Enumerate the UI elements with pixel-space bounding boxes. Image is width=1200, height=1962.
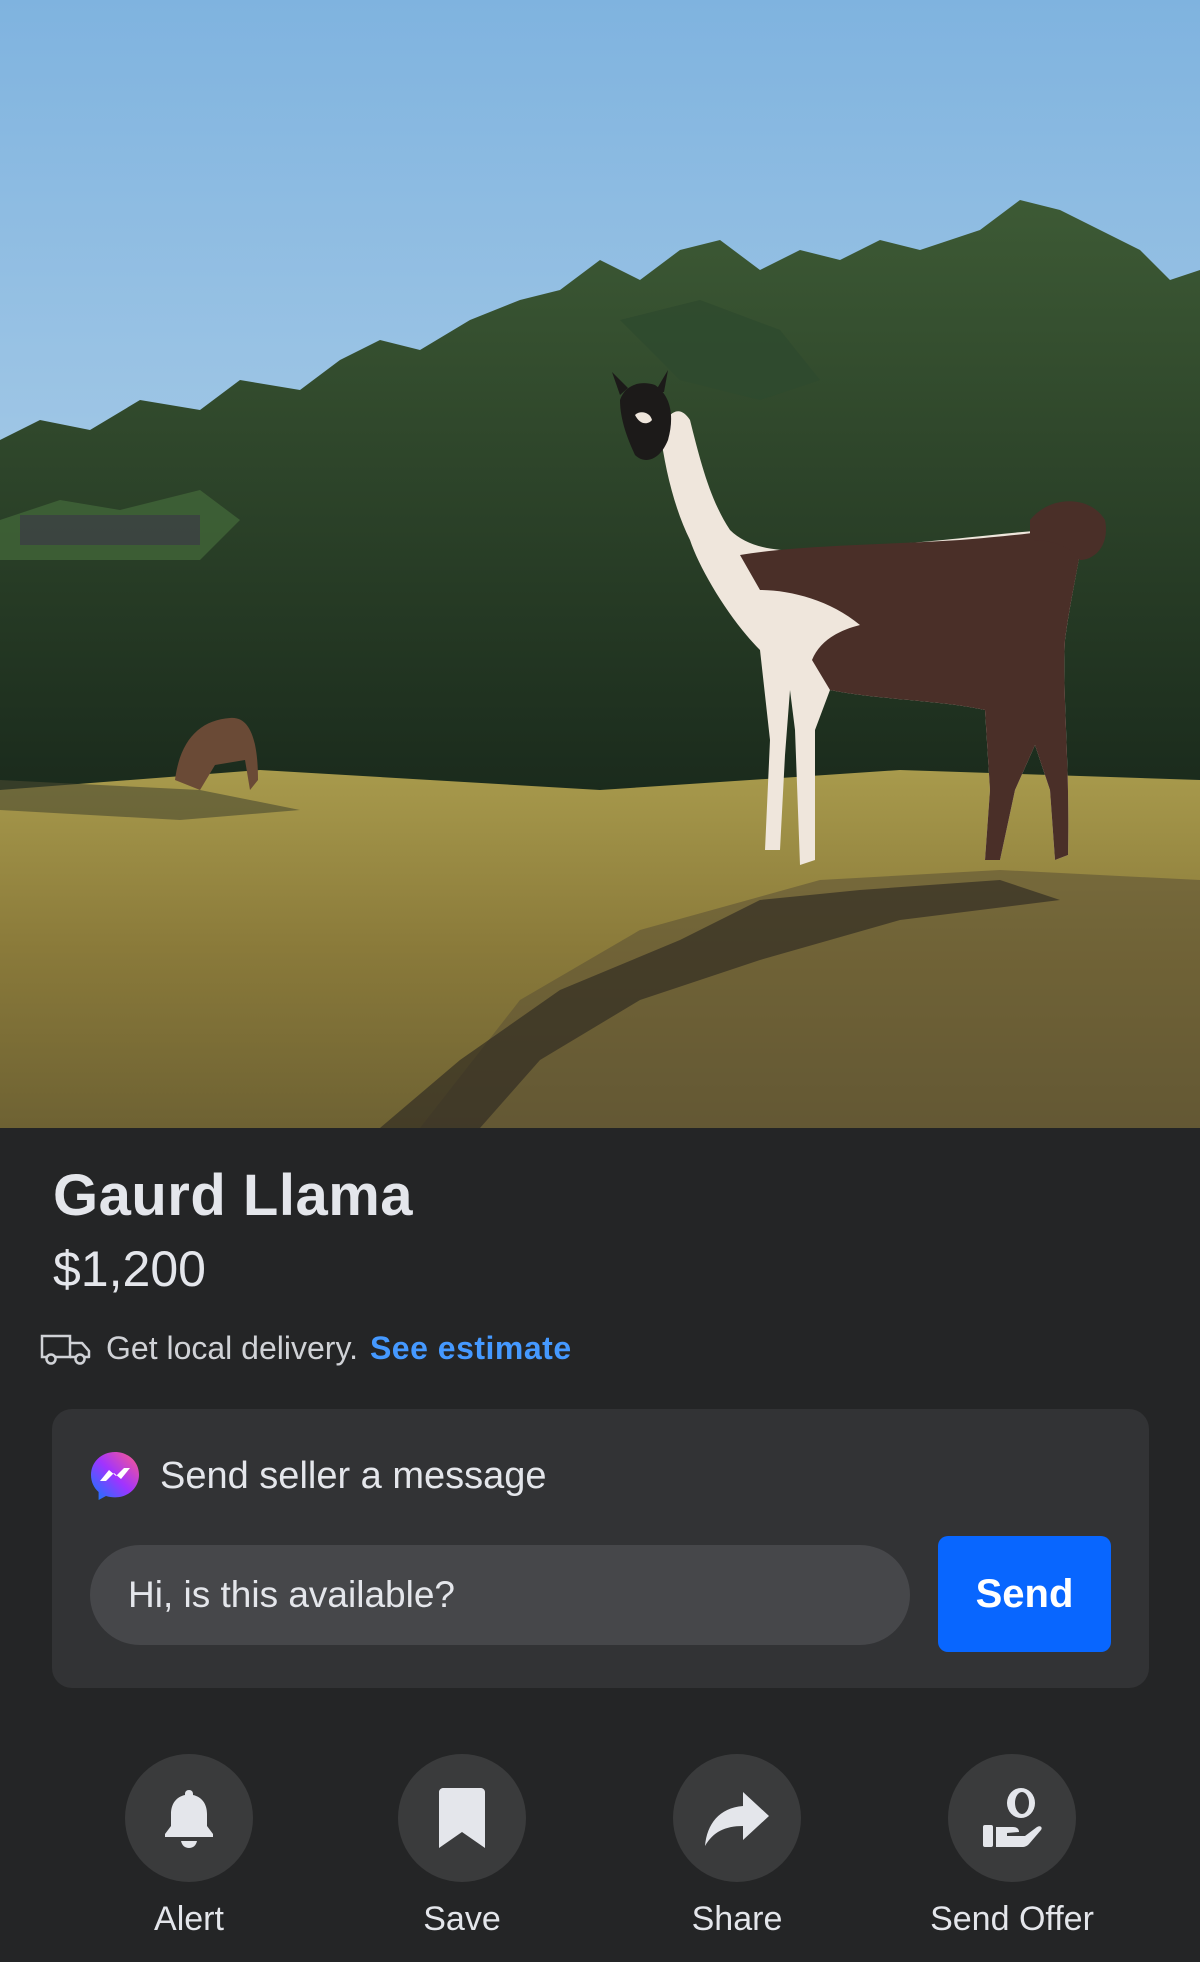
see-estimate-link[interactable]: See estimate — [370, 1330, 572, 1367]
bell-icon — [165, 1790, 213, 1848]
send-offer-circle[interactable] — [948, 1754, 1076, 1882]
send-button[interactable]: Send — [938, 1536, 1111, 1652]
listing-details: Gaurd Llama $1,200 Get local delivery. S… — [0, 1128, 1200, 1962]
share-button[interactable]: Share — [617, 1754, 857, 1939]
share-arrow-icon — [705, 1792, 769, 1846]
message-header: Send seller a message — [88, 1449, 547, 1503]
share-circle[interactable] — [673, 1754, 801, 1882]
llama-photo-image — [0, 0, 1200, 1128]
message-input[interactable]: Hi, is this available? — [90, 1545, 910, 1645]
message-card: Send seller a message Hi, is this availa… — [52, 1409, 1149, 1688]
send-offer-label: Send Offer — [930, 1900, 1094, 1938]
truck-icon — [40, 1334, 91, 1365]
delivery-row: Get local delivery. See estimate — [40, 1330, 572, 1367]
bookmark-icon — [439, 1788, 485, 1848]
alert-button[interactable]: Alert — [69, 1754, 309, 1939]
listing-title: Gaurd Llama — [53, 1163, 414, 1228]
delivery-text: Get local delivery. — [106, 1330, 358, 1366]
save-button[interactable]: Save — [342, 1754, 582, 1939]
messenger-icon — [91, 1452, 139, 1500]
alert-label: Alert — [154, 1900, 224, 1938]
alert-circle[interactable] — [125, 1754, 253, 1882]
listing-price: $1,200 — [53, 1241, 206, 1297]
offer-hand-icon — [983, 1788, 1042, 1847]
listing-photo[interactable] — [0, 0, 1200, 1128]
send-offer-button[interactable]: Send Offer — [892, 1754, 1132, 1939]
save-circle[interactable] — [398, 1754, 526, 1882]
message-heading: Send seller a message — [160, 1454, 547, 1497]
save-label: Save — [423, 1900, 501, 1938]
share-label: Share — [691, 1900, 783, 1938]
